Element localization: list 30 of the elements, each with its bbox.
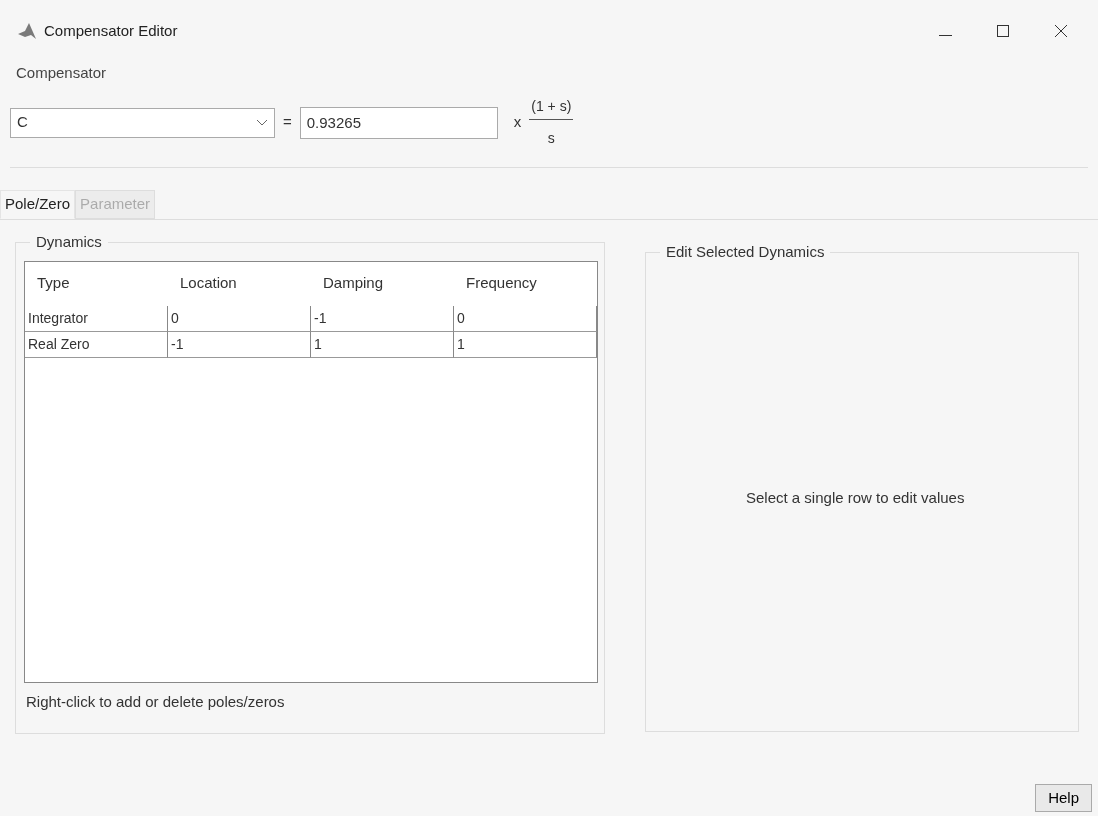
app-logo-icon (18, 23, 36, 39)
hint-text: Right-click to add or delete poles/zeros (25, 691, 286, 712)
column-header: Location (179, 273, 238, 294)
empty-message: Select a single row to edit values (746, 487, 965, 508)
numerator: (1 + s) (529, 96, 574, 120)
times-sign: x (513, 112, 522, 133)
column-header: Type (36, 273, 71, 294)
gain-field[interactable]: 0.93265 (299, 106, 498, 139)
equals-sign: = (283, 112, 292, 133)
compensator-dropdown[interactable]: C (10, 107, 275, 138)
table-cell: 0 (168, 305, 311, 332)
table-cell: -1 (168, 331, 311, 358)
denominator: s (547, 129, 555, 148)
maximize-icon (996, 24, 1010, 38)
column-header: Damping (322, 273, 385, 294)
dropdown-value: C (17, 112, 28, 133)
table-cell: -1 (311, 305, 454, 332)
table-cell: 1 (454, 331, 597, 358)
help-button[interactable]: Help (1035, 783, 1092, 812)
window-title: Compensator Editor (44, 20, 178, 41)
column-header: Frequency (465, 273, 538, 294)
table-cell: 1 (311, 331, 454, 358)
table-cell: Integrator (25, 305, 168, 332)
minimize-icon (938, 34, 952, 36)
table-cell: 0 (454, 305, 597, 332)
chevron-down-icon (256, 118, 268, 127)
tab[interactable]: Pole/Zero (0, 190, 76, 219)
close-icon (1054, 24, 1068, 38)
table-cell: Real Zero (25, 331, 168, 358)
section-label: Compensator (16, 63, 108, 83)
